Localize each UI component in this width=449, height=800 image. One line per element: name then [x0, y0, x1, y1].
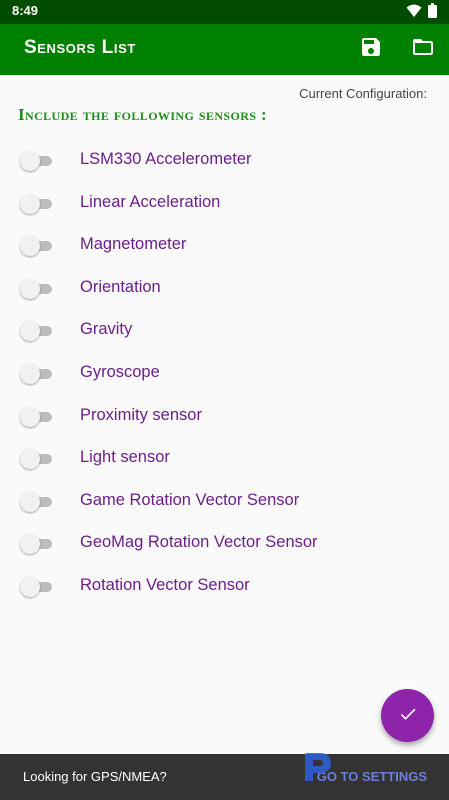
switch-thumb [20, 406, 40, 427]
sensor-toggle[interactable] [20, 321, 52, 342]
sensor-label: Gyroscope [80, 362, 160, 381]
status-icons [406, 2, 437, 22]
current-configuration-label: Current Configuration: [299, 86, 427, 101]
section-header: Include the following sensors : [18, 105, 268, 124]
open-folder-button[interactable] [410, 36, 436, 62]
app-bar: Sensors List [0, 24, 449, 75]
status-bar: 8:49 [0, 0, 449, 24]
check-icon [398, 704, 418, 728]
sensor-toggle[interactable] [20, 406, 52, 427]
sensor-label: Game Rotation Vector Sensor [80, 490, 300, 509]
sensor-toggle[interactable] [20, 193, 52, 214]
sensor-list: LSM330 Accelerometer Linear Acceleration… [0, 140, 449, 609]
sensor-toggle[interactable] [20, 534, 52, 555]
sensor-label: Linear Acceleration [80, 192, 221, 211]
save-icon [359, 35, 383, 63]
save-button[interactable] [358, 36, 384, 62]
sensor-toggle[interactable] [20, 449, 52, 470]
sensor-toggle[interactable] [20, 576, 52, 597]
switch-thumb [20, 193, 40, 214]
sensor-label: GeoMag Rotation Vector Sensor [80, 533, 318, 552]
sensor-label: LSM330 Accelerometer [80, 150, 252, 168]
sensor-item-light-sensor: Light sensor [0, 438, 449, 481]
switch-thumb [20, 278, 40, 299]
sensor-item-proximity-sensor: Proximity sensor [0, 396, 449, 439]
sensor-toggle[interactable] [20, 151, 52, 171]
go-to-settings-button[interactable]: GO TO SETTINGS [317, 769, 427, 784]
watermark-logo [303, 751, 333, 783]
snackbar: Looking for GPS/NMEA? GO TO SETTINGS [0, 754, 449, 800]
sensor-item-rotation-vector: Rotation Vector Sensor [0, 566, 449, 609]
sensor-item-orientation: Orientation [0, 268, 449, 311]
switch-thumb [20, 151, 40, 171]
sensor-item-magnetometer: Magnetometer [0, 225, 449, 268]
sensor-label: Rotation Vector Sensor [80, 575, 250, 594]
status-time: 8:49 [12, 3, 39, 18]
battery-icon [428, 2, 437, 22]
sensor-toggle[interactable] [20, 278, 52, 299]
sensor-toggle[interactable] [20, 491, 52, 512]
switch-thumb [20, 491, 40, 512]
sensor-label: Orientation [80, 277, 161, 296]
snackbar-message: Looking for GPS/NMEA? [23, 769, 167, 784]
sensor-label: Proximity sensor [80, 405, 202, 424]
switch-thumb [20, 236, 40, 257]
wifi-icon [406, 3, 422, 22]
switch-thumb [20, 321, 40, 342]
sensor-label: Light sensor [80, 448, 170, 467]
sensor-toggle[interactable] [20, 236, 52, 257]
switch-thumb [20, 576, 40, 597]
switch-thumb [20, 449, 40, 470]
sensor-item-game-rotation-vector: Game Rotation Vector Sensor [0, 481, 449, 524]
sensor-label: Gravity [80, 320, 133, 339]
switch-thumb [20, 363, 40, 384]
sensor-item-lsm330-accelerometer: LSM330 Accelerometer [0, 140, 449, 183]
sensor-item-linear-acceleration: Linear Acceleration [0, 183, 449, 226]
app-title: Sensors List [24, 37, 136, 58]
sensor-label: Magnetometer [80, 235, 187, 254]
sensor-item-geomag-rotation-vector: GeoMag Rotation Vector Sensor [0, 523, 449, 566]
confirm-fab-button[interactable] [381, 689, 434, 742]
sensor-item-gyroscope: Gyroscope [0, 353, 449, 396]
sensor-item-gravity: Gravity [0, 310, 449, 353]
folder-icon [410, 35, 436, 63]
sensor-toggle[interactable] [20, 363, 52, 384]
switch-thumb [20, 534, 40, 555]
